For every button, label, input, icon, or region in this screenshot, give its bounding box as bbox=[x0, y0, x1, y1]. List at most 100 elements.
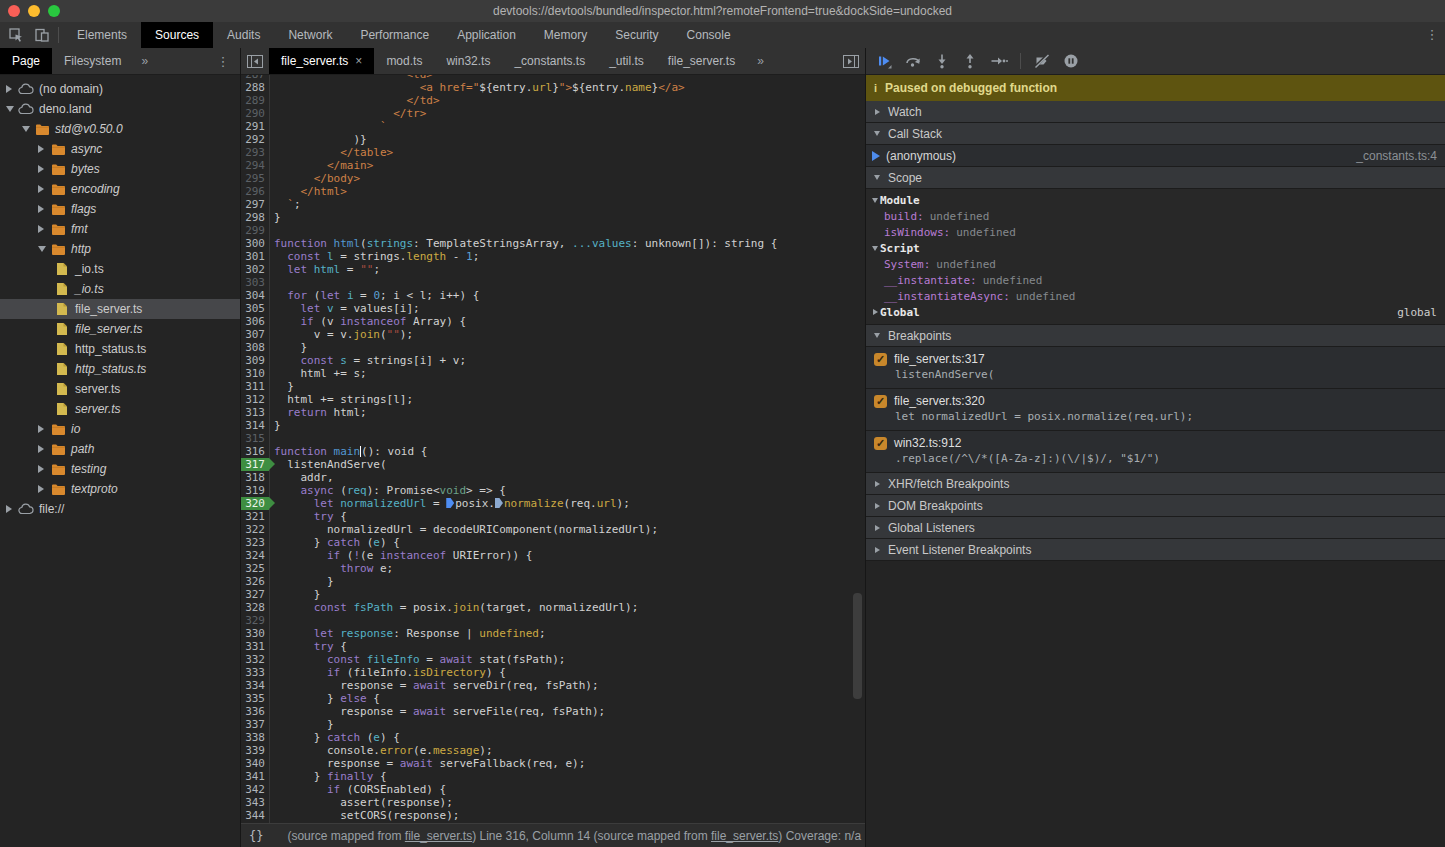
device-toolbar-icon[interactable] bbox=[34, 27, 50, 43]
disclosure-collapsed-icon[interactable] bbox=[38, 165, 50, 173]
disclosure-expanded-icon[interactable] bbox=[870, 246, 880, 251]
line-number[interactable]: 344 bbox=[241, 809, 269, 822]
disclosure-collapsed-icon[interactable] bbox=[38, 185, 50, 193]
disclosure-collapsed-icon[interactable] bbox=[38, 465, 50, 473]
breakpoint-checkbox[interactable]: ✓ bbox=[874, 395, 887, 408]
tab-overflow-icon[interactable]: » bbox=[747, 48, 774, 74]
line-number[interactable]: 332 bbox=[241, 653, 269, 666]
editor-tab-file-server-ts[interactable]: file_server.ts bbox=[656, 48, 747, 74]
main-menu-icon[interactable]: ⋮ bbox=[1419, 22, 1445, 48]
scope-group-global[interactable]: Globalglobal bbox=[866, 304, 1445, 320]
line-number[interactable]: 341 bbox=[241, 770, 269, 783]
editor-tab--util-ts[interactable]: _util.ts bbox=[597, 48, 656, 74]
disclosure-expanded-icon[interactable] bbox=[22, 126, 34, 132]
tree-item-path[interactable]: path bbox=[0, 439, 240, 459]
breakpoint-entry[interactable]: ✓win32.ts:912.replace(/^\/*([A-Za-z]:)(\… bbox=[866, 431, 1445, 473]
line-number[interactable]: 304 bbox=[241, 289, 269, 302]
tree-item-testing[interactable]: testing bbox=[0, 459, 240, 479]
editor-scrollbar[interactable] bbox=[853, 593, 862, 699]
line-number[interactable]: 310 bbox=[241, 367, 269, 380]
line-number[interactable]: 335 bbox=[241, 692, 269, 705]
line-number[interactable]: 337 bbox=[241, 718, 269, 731]
line-number[interactable]: 324 bbox=[241, 549, 269, 562]
line-number[interactable]: 317 bbox=[241, 458, 269, 471]
line-number[interactable]: 315 bbox=[241, 432, 269, 445]
line-number[interactable]: 326 bbox=[241, 575, 269, 588]
inspect-element-icon[interactable] bbox=[8, 27, 24, 43]
line-number[interactable]: 294 bbox=[241, 159, 269, 172]
tree-item-file-[interactable]: file:// bbox=[0, 499, 240, 519]
line-number[interactable]: 291 bbox=[241, 120, 269, 133]
hide-navigator-icon[interactable] bbox=[241, 48, 269, 74]
line-number[interactable]: 329 bbox=[241, 614, 269, 627]
pause-on-exceptions-icon[interactable] bbox=[1063, 53, 1079, 69]
editor-tab-mod-ts[interactable]: mod.ts bbox=[374, 48, 434, 74]
breakpoint-entry[interactable]: ✓file_server.ts:320let normalizedUrl = p… bbox=[866, 389, 1445, 431]
line-number[interactable]: 301 bbox=[241, 250, 269, 263]
section-call-stack[interactable]: Call Stack bbox=[866, 123, 1445, 145]
line-number[interactable]: 342 bbox=[241, 783, 269, 796]
line-number[interactable]: 302 bbox=[241, 263, 269, 276]
tree-item-textproto[interactable]: textproto bbox=[0, 479, 240, 499]
tree-item-bytes[interactable]: bytes bbox=[0, 159, 240, 179]
line-number[interactable]: 297 bbox=[241, 198, 269, 211]
tree-item-server.ts[interactable]: server.ts bbox=[0, 379, 240, 399]
tab-elements[interactable]: Elements bbox=[63, 22, 141, 48]
scope-variable[interactable]: __instantiate:undefined bbox=[866, 272, 1445, 288]
disclosure-collapsed-icon[interactable] bbox=[38, 425, 50, 433]
line-number[interactable]: 323 bbox=[241, 536, 269, 549]
tree-item-io[interactable]: io bbox=[0, 419, 240, 439]
step-icon[interactable] bbox=[990, 53, 1008, 69]
scope-variable[interactable]: isWindows:undefined bbox=[866, 224, 1445, 240]
tree-item-http-status.ts[interactable]: http_status.ts bbox=[0, 339, 240, 359]
tree-item-std-v0.50.0[interactable]: std@v0.50.0 bbox=[0, 119, 240, 139]
disclosure-expanded-icon[interactable] bbox=[870, 198, 880, 203]
close-tab-icon[interactable]: × bbox=[355, 48, 362, 75]
section-breakpoints[interactable]: Breakpoints bbox=[866, 325, 1445, 347]
tree-item-async[interactable]: async bbox=[0, 139, 240, 159]
step-over-icon[interactable] bbox=[904, 53, 922, 69]
scope-variable[interactable]: build:undefined bbox=[866, 208, 1445, 224]
line-number[interactable]: 288 bbox=[241, 81, 269, 94]
disclosure-expanded-icon[interactable] bbox=[38, 246, 50, 252]
line-number[interactable]: 311 bbox=[241, 380, 269, 393]
step-into-icon[interactable] bbox=[934, 53, 950, 69]
line-number[interactable]: 316 bbox=[241, 445, 269, 458]
tab-audits[interactable]: Audits bbox=[213, 22, 274, 48]
section-global-listeners[interactable]: Global Listeners bbox=[866, 517, 1445, 539]
disclosure-collapsed-icon[interactable] bbox=[6, 505, 18, 513]
section-dom-breakpoints[interactable]: DOM Breakpoints bbox=[866, 495, 1445, 517]
disclosure-expanded-icon[interactable] bbox=[6, 106, 18, 112]
line-number[interactable]: 290 bbox=[241, 107, 269, 120]
deactivate-breakpoints-icon[interactable] bbox=[1033, 53, 1051, 69]
sidebar-menu-icon[interactable]: ⋮ bbox=[215, 48, 231, 74]
disclosure-collapsed-icon[interactable] bbox=[6, 85, 18, 93]
tree-item-encoding[interactable]: encoding bbox=[0, 179, 240, 199]
disclosure-collapsed-icon[interactable] bbox=[38, 225, 50, 233]
line-number[interactable]: 319 bbox=[241, 484, 269, 497]
disclosure-collapsed-icon[interactable] bbox=[38, 485, 50, 493]
line-number[interactable]: 296 bbox=[241, 185, 269, 198]
tree-item-fmt[interactable]: fmt bbox=[0, 219, 240, 239]
show-debugger-sidebar-icon[interactable] bbox=[837, 48, 865, 74]
line-number[interactable]: 343 bbox=[241, 796, 269, 809]
status-file-link[interactable]: file_server.ts bbox=[405, 829, 472, 843]
breakpoint-checkbox[interactable]: ✓ bbox=[874, 437, 887, 450]
line-number[interactable]: 295 bbox=[241, 172, 269, 185]
scope-variable[interactable]: __instantiateAsync:undefined bbox=[866, 288, 1445, 304]
tab-application[interactable]: Application bbox=[443, 22, 530, 48]
line-number[interactable]: 340 bbox=[241, 757, 269, 770]
line-number[interactable]: 333 bbox=[241, 666, 269, 679]
line-number[interactable]: 328 bbox=[241, 601, 269, 614]
tab-memory[interactable]: Memory bbox=[530, 22, 601, 48]
status-file-link[interactable]: file_server.ts bbox=[711, 829, 778, 843]
section-event-listener-breakpoints[interactable]: Event Listener Breakpoints bbox=[866, 539, 1445, 561]
line-number[interactable]: 330 bbox=[241, 627, 269, 640]
tree-item-http-status.ts[interactable]: http_status.ts bbox=[0, 359, 240, 379]
line-number[interactable]: 298 bbox=[241, 211, 269, 224]
tab-performance[interactable]: Performance bbox=[346, 22, 443, 48]
line-number[interactable]: 320 bbox=[241, 497, 269, 510]
scope-variable[interactable]: System:undefined bbox=[866, 256, 1445, 272]
tab-console[interactable]: Console bbox=[673, 22, 745, 48]
editor-tab--constants-ts[interactable]: _constants.ts bbox=[502, 48, 597, 74]
